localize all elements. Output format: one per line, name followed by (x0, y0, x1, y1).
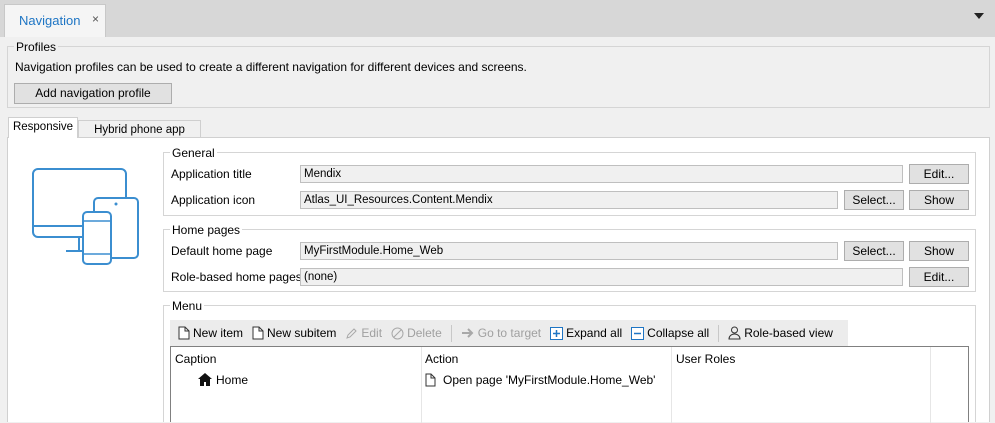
edit-role-based-home-pages-button[interactable]: Edit... (909, 267, 969, 287)
tab-navigation[interactable]: Navigation × (4, 4, 106, 37)
show-application-icon-button[interactable]: Show (909, 190, 969, 210)
devices-icon (28, 166, 140, 266)
tab-responsive[interactable]: Responsive (8, 117, 78, 138)
new-subitem-label: New subitem (267, 326, 337, 340)
expand-icon (550, 326, 564, 340)
default-home-page-label: Default home page (171, 244, 273, 258)
show-default-home-page-button[interactable]: Show (909, 241, 969, 261)
toolbar-separator (450, 324, 452, 342)
add-navigation-profile-button[interactable]: Add navigation profile (14, 83, 172, 104)
default-home-page-field[interactable]: MyFirstModule.Home_Web (300, 242, 838, 260)
collapse-all-label: Collapse all (647, 326, 710, 340)
delete-button[interactable]: Delete (391, 326, 442, 340)
tab-hybrid-phone-app-online[interactable]: Hybrid phone app online (78, 120, 201, 154)
role-based-home-pages-label: Role-based home pages (171, 270, 302, 284)
edit-button[interactable]: Edit (345, 326, 382, 340)
user-icon (728, 326, 741, 340)
new-subitem-button[interactable]: New subitem (252, 326, 336, 340)
edit-label: Edit (361, 326, 383, 340)
home-pages-legend: Home pages (170, 223, 243, 237)
go-to-target-button[interactable]: Go to target (461, 326, 541, 340)
role-based-home-pages-field[interactable]: (none) (300, 268, 903, 286)
document-tab-strip: Navigation × (0, 0, 995, 37)
application-icon-field[interactable]: Atlas_UI_Resources.Content.Mendix (300, 191, 838, 209)
edit-application-title-button[interactable]: Edit... (909, 164, 969, 184)
general-legend: General (170, 146, 217, 160)
page-icon (425, 373, 436, 387)
expand-all-label: Expand all (566, 326, 623, 340)
application-title-field[interactable]: Mendix (300, 165, 903, 183)
column-header-action[interactable]: Action (425, 352, 458, 366)
column-header-caption[interactable]: Caption (175, 352, 216, 366)
new-item-button[interactable]: New item (178, 326, 243, 340)
menu-item-caption: Home (216, 373, 249, 387)
column-header-user-roles[interactable]: User Roles (676, 352, 735, 366)
expand-all-button[interactable]: Expand all (550, 326, 622, 340)
menu-item-action: Open page 'MyFirstModule.Home_Web' (443, 373, 656, 387)
delete-icon (391, 327, 404, 339)
delete-label: Delete (407, 326, 442, 340)
select-default-home-page-button[interactable]: Select... (844, 241, 904, 261)
new-document-icon (178, 326, 190, 340)
arrow-right-icon (461, 328, 474, 338)
application-icon-label: Application icon (171, 193, 256, 207)
profiles-legend: Profiles (14, 40, 59, 54)
home-icon (198, 373, 212, 386)
tab-navigation-label: Navigation (19, 13, 81, 28)
select-application-icon-button[interactable]: Select... (844, 190, 904, 210)
pencil-icon (346, 327, 358, 339)
collapse-icon (631, 326, 645, 340)
table-row[interactable]: Home Open page 'MyFirstModule.Home_Web' (171, 369, 968, 389)
collapse-all-button[interactable]: Collapse all (631, 326, 709, 340)
new-item-label: New item (193, 326, 244, 340)
menu-grid: Caption Action User Roles Home Open page… (170, 346, 969, 423)
menu-toolbar: New item New subitem Edit Delete Go to t… (170, 320, 848, 346)
chevron-down-icon[interactable] (974, 13, 984, 19)
toolbar-separator (718, 324, 720, 342)
close-icon[interactable]: × (92, 12, 99, 26)
role-based-view-label: Role-based view (744, 326, 833, 340)
role-based-view-button[interactable]: Role-based view (728, 326, 833, 340)
application-title-label: Application title (171, 167, 252, 181)
menu-legend: Menu (170, 299, 205, 313)
new-document-icon (252, 326, 264, 340)
go-to-target-label: Go to target (477, 326, 542, 340)
profiles-description: Navigation profiles can be used to creat… (15, 60, 527, 74)
